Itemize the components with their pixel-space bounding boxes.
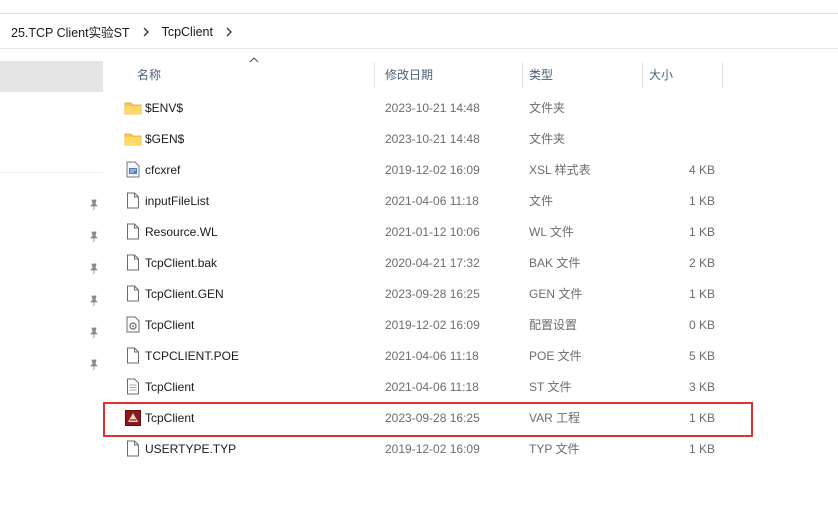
file-name: $ENV$ <box>145 100 184 115</box>
address-bar[interactable]: 25.TCP Client实验ST TcpClient <box>0 15 838 49</box>
file-date: 2021-01-12 10:06 <box>385 224 480 239</box>
file-date: 2021-04-06 11:18 <box>385 193 479 208</box>
file-type: ST 文件 <box>529 380 572 394</box>
file-icon <box>124 340 142 371</box>
file-type: 文件 <box>529 194 554 208</box>
file-size <box>642 92 715 123</box>
file-type: 文件夹 <box>529 101 566 115</box>
file-icon <box>124 278 142 309</box>
file-type: TYP 文件 <box>529 442 580 456</box>
file-name: TcpClient <box>145 317 195 332</box>
file-row[interactable]: TcpClient 2021-04-06 11:18 ST 文件 3 KB <box>112 371 838 402</box>
file-name: TcpClient <box>145 379 195 394</box>
chevron-right-icon[interactable] <box>222 25 236 39</box>
text-file-icon <box>124 371 142 402</box>
file-name: TcpClient.GEN <box>145 286 224 301</box>
top-strip <box>0 0 838 14</box>
file-date: 2019-12-02 16:09 <box>385 441 480 456</box>
file-name: $GEN$ <box>145 131 185 146</box>
breadcrumb-item-parent[interactable]: 25.TCP Client实验ST <box>8 22 133 41</box>
file-row[interactable]: TcpClient.bak 2020-04-21 17:32 BAK 文件 2 KB <box>112 247 838 278</box>
xsl-file-icon <box>124 154 142 185</box>
file-row[interactable]: Resource.WL 2021-01-12 10:06 WL 文件 1 KB <box>112 216 838 247</box>
column-header-size[interactable]: 大小 <box>641 58 721 90</box>
file-icon <box>124 433 142 464</box>
breadcrumb-item-current[interactable]: TcpClient <box>159 25 216 39</box>
file-size: 1 KB <box>688 224 715 239</box>
file-type: POE 文件 <box>529 349 582 363</box>
file-date: 2023-10-21 14:48 <box>385 100 480 115</box>
file-size <box>642 123 715 154</box>
file-row[interactable]: $GEN$ 2023-10-21 14:48 文件夹 <box>112 123 838 154</box>
file-name: TCPCLIENT.POE <box>145 348 240 363</box>
column-header-type[interactable]: 类型 <box>521 58 641 90</box>
file-row[interactable]: TcpClient 2019-12-02 16:09 配置设置 0 KB <box>112 309 838 340</box>
folder-icon <box>124 92 142 123</box>
file-name: USERTYPE.TYP <box>145 441 237 456</box>
pin-icon[interactable] <box>87 294 101 308</box>
file-type: GEN 文件 <box>529 287 583 301</box>
column-divider[interactable] <box>722 62 723 88</box>
navigation-pane <box>0 50 112 505</box>
config-file-icon <box>124 309 142 340</box>
pin-icon[interactable] <box>87 198 101 212</box>
file-icon <box>124 247 142 278</box>
file-date: 2021-04-06 11:18 <box>385 379 479 394</box>
file-date: 2023-09-28 16:25 <box>385 286 480 301</box>
file-size: 0 KB <box>688 317 715 332</box>
file-row[interactable]: USERTYPE.TYP 2019-12-02 16:09 TYP 文件 1 KB <box>112 433 838 464</box>
file-type: BAK 文件 <box>529 256 581 270</box>
file-type: 配置设置 <box>529 318 578 332</box>
pin-icon[interactable] <box>87 230 101 244</box>
file-name: cfcxref <box>145 162 181 177</box>
file-name: inputFileList <box>145 193 210 208</box>
file-row[interactable]: cfcxref 2019-12-02 16:09 XSL 样式表 4 KB <box>112 154 838 185</box>
folder-icon <box>124 123 142 154</box>
file-date: 2020-04-21 17:32 <box>385 255 480 270</box>
nav-divider <box>0 172 103 173</box>
pin-icon[interactable] <box>87 262 101 276</box>
file-icon <box>124 216 142 247</box>
column-header-name[interactable]: 名称 <box>129 58 374 90</box>
file-date: 2019-12-02 16:09 <box>385 162 480 177</box>
file-size: 1 KB <box>688 286 715 301</box>
file-type: XSL 样式表 <box>529 163 591 177</box>
file-date: 2019-12-02 16:09 <box>385 317 480 332</box>
column-divider[interactable] <box>374 62 375 88</box>
pin-icon[interactable] <box>87 326 101 340</box>
file-row[interactable]: TCPCLIENT.POE 2021-04-06 11:18 POE 文件 5 KB <box>112 340 838 371</box>
highlight-box <box>103 402 753 437</box>
file-type: 文件夹 <box>529 132 566 146</box>
file-size: 4 KB <box>688 162 715 177</box>
file-size: 2 KB <box>688 255 715 270</box>
file-type: WL 文件 <box>529 225 574 239</box>
file-date: 2021-04-06 11:18 <box>385 348 479 363</box>
file-name: TcpClient.bak <box>145 255 218 270</box>
file-size: 3 KB <box>688 379 715 394</box>
file-name: Resource.WL <box>145 224 218 239</box>
nav-item-selected[interactable] <box>0 61 103 92</box>
file-date: 2023-10-21 14:48 <box>385 131 480 146</box>
file-row[interactable]: TcpClient.GEN 2023-09-28 16:25 GEN 文件 1 KB <box>112 278 838 309</box>
file-size: 1 KB <box>688 441 715 456</box>
file-icon <box>124 185 142 216</box>
file-row[interactable]: inputFileList 2021-04-06 11:18 文件 1 KB <box>112 185 838 216</box>
chevron-right-icon[interactable] <box>139 25 153 39</box>
pin-icon[interactable] <box>87 358 101 372</box>
file-size: 1 KB <box>688 193 715 208</box>
column-header-date[interactable]: 修改日期 <box>377 58 522 90</box>
file-size: 5 KB <box>688 348 715 363</box>
column-header: 名称 修改日期 类型 大小 <box>112 57 838 90</box>
file-row[interactable]: $ENV$ 2023-10-21 14:48 文件夹 <box>112 92 838 123</box>
